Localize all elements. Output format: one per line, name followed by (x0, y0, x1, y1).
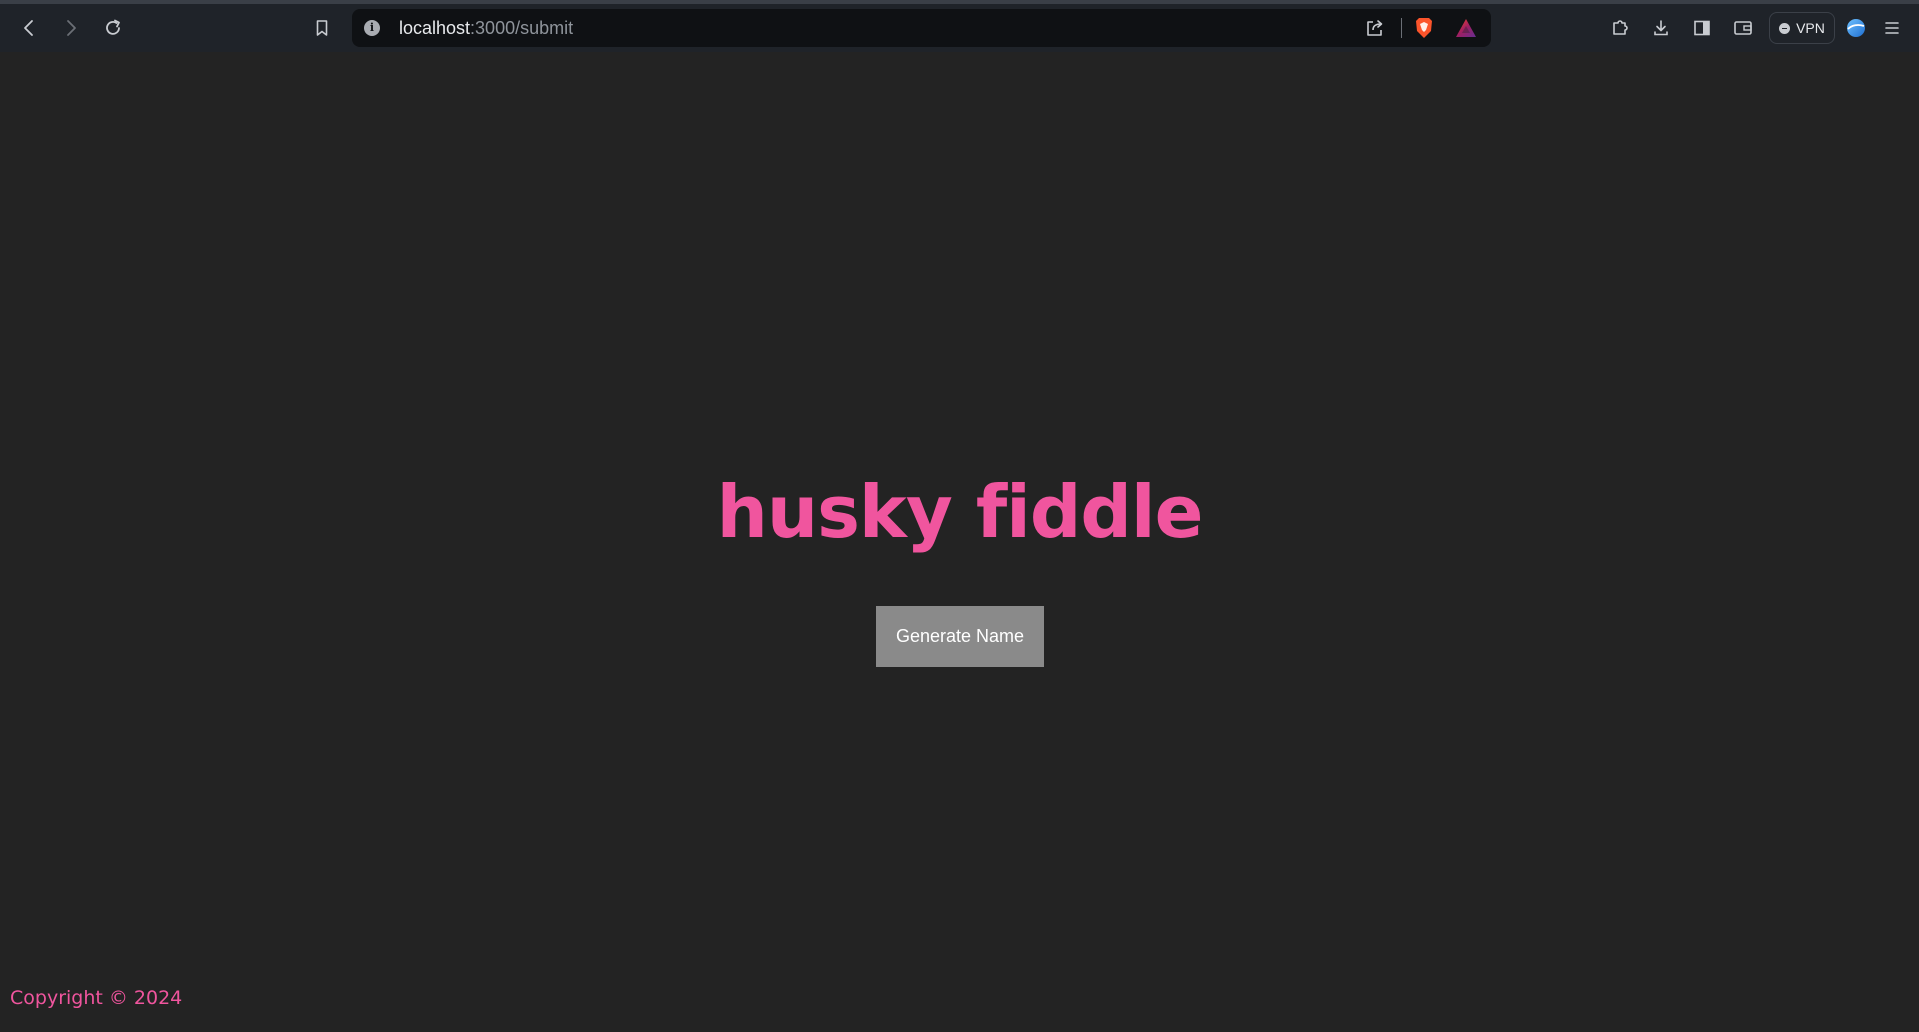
share-icon[interactable] (1364, 9, 1386, 47)
reload-icon[interactable] (97, 12, 129, 44)
bookmark-icon[interactable] (306, 12, 338, 44)
copyright-footer: Copyright © 2024 (10, 987, 183, 1009)
rewards-triangle-icon[interactable] (1454, 9, 1478, 47)
hamburger-menu-icon[interactable] (1876, 12, 1908, 44)
browser-toolbar: i localhost:3000/submit VPN (0, 4, 1919, 52)
page-title: husky fiddle (716, 470, 1204, 554)
forward-arrow-icon[interactable] (55, 12, 87, 44)
sidebar-icon[interactable] (1686, 12, 1718, 44)
wallet-icon[interactable] (1727, 12, 1759, 44)
page-content: husky fiddle Generate Name Copyright © 2… (0, 52, 1919, 1032)
url-text[interactable]: localhost:3000/submit (399, 9, 573, 47)
globe-profile-icon[interactable] (1840, 12, 1872, 44)
puzzle-icon[interactable] (1605, 12, 1637, 44)
address-bar[interactable]: i localhost:3000/submit (352, 9, 1491, 47)
vpn-button[interactable]: VPN (1769, 12, 1835, 44)
url-path: :3000/submit (470, 18, 574, 38)
url-separator (1401, 18, 1402, 38)
generate-name-button[interactable]: Generate Name (876, 606, 1044, 667)
site-info-icon[interactable]: i (364, 20, 380, 36)
back-arrow-icon[interactable] (13, 12, 45, 44)
download-icon[interactable] (1645, 12, 1677, 44)
vpn-status-icon (1779, 22, 1791, 34)
brave-lion-icon[interactable] (1413, 9, 1435, 47)
url-host: localhost (399, 18, 471, 38)
vpn-label: VPN (1796, 20, 1825, 36)
